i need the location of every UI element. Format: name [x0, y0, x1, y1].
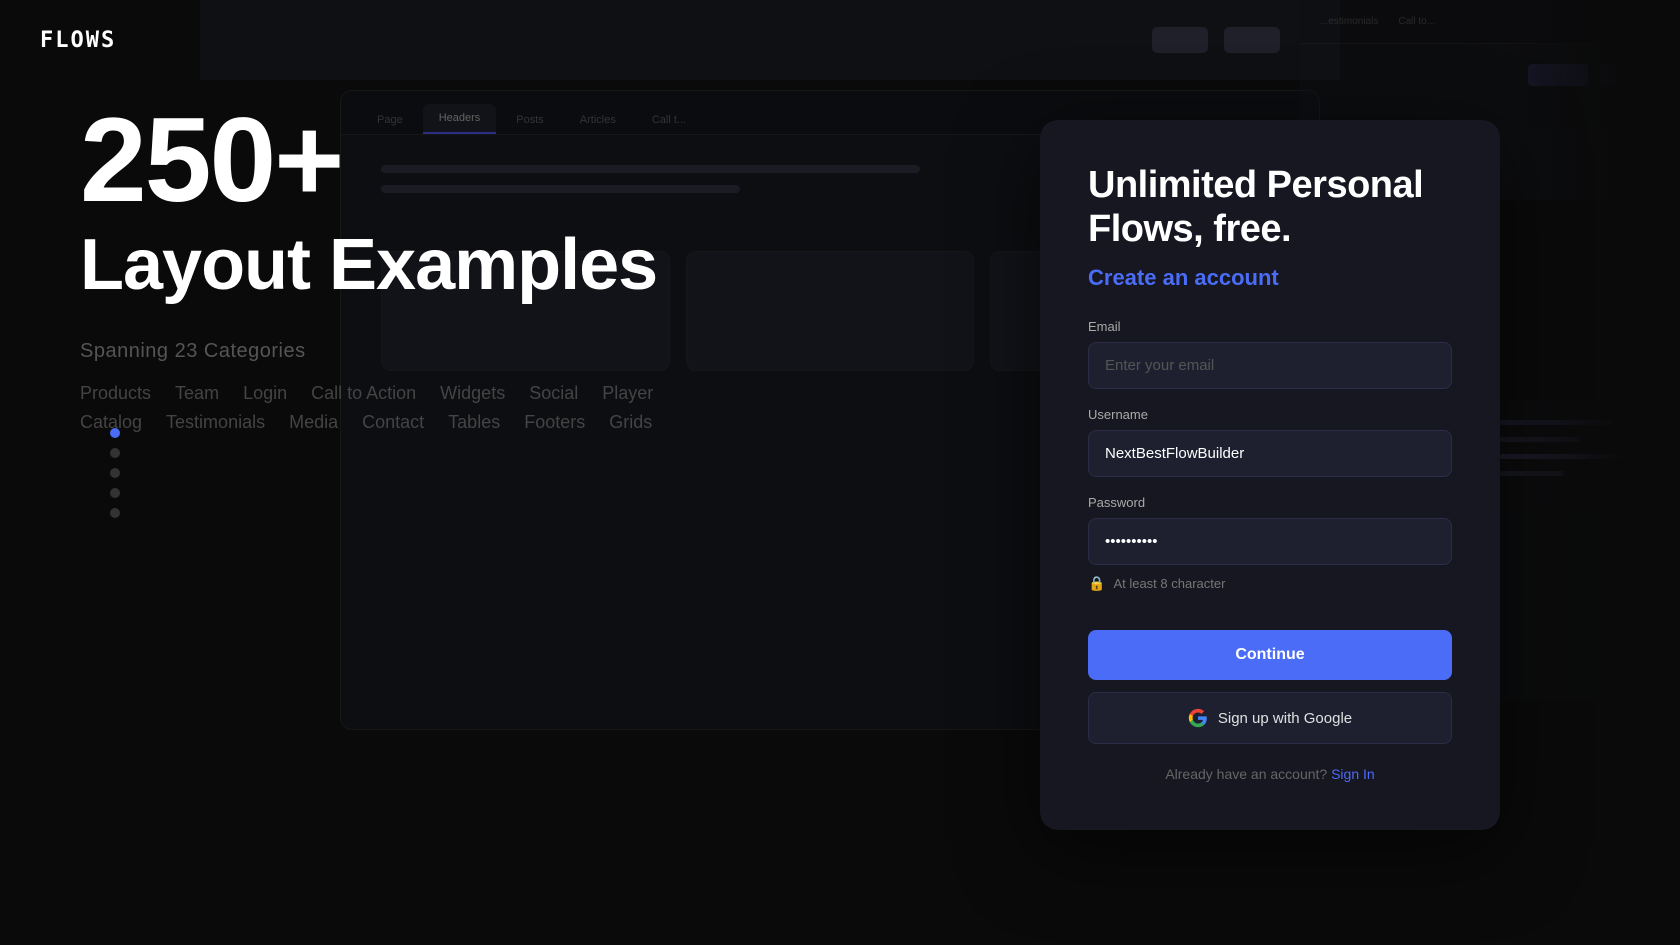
hero-tag: Media: [289, 412, 338, 433]
hero-tag: Contact: [362, 412, 424, 433]
signin-text: Already have an account? Sign In: [1088, 766, 1452, 782]
signup-subheading: Create an account: [1088, 265, 1452, 291]
signup-card: Unlimited Personal Flows, free. Create a…: [1040, 120, 1500, 830]
username-input[interactable]: [1088, 430, 1452, 477]
bg-btn-2: [1224, 27, 1280, 53]
password-label: Password: [1088, 495, 1452, 510]
username-group: Username: [1088, 407, 1452, 477]
hero-tag: Products: [80, 383, 151, 404]
nav-dots: [110, 428, 120, 518]
bg-btn-1: [1152, 27, 1208, 53]
password-group: Password 🔒 At least 8 character: [1088, 495, 1452, 592]
password-hint-text: At least 8 character: [1113, 576, 1225, 591]
nav-dot-1[interactable]: [110, 428, 120, 438]
hero-tag: Team: [175, 383, 219, 404]
hero-tag: Player: [602, 383, 653, 404]
nav-dot-2[interactable]: [110, 448, 120, 458]
email-input[interactable]: [1088, 342, 1452, 389]
email-group: Email: [1088, 319, 1452, 389]
hero-tag: Login: [243, 383, 287, 404]
hero-tag: Tables: [448, 412, 500, 433]
signin-prompt: Already have an account?: [1165, 766, 1327, 782]
hero-tag: Call to Action: [311, 383, 416, 404]
email-label: Email: [1088, 319, 1452, 334]
lock-icon: 🔒: [1088, 575, 1105, 592]
hero-tag: Social: [529, 383, 578, 404]
nav-dot-3[interactable]: [110, 468, 120, 478]
nav-dot-5[interactable]: [110, 508, 120, 518]
hero-subtitle: Layout Examples: [80, 228, 660, 304]
hero-number: 250+: [80, 100, 660, 220]
google-signup-button[interactable]: Sign up with Google: [1088, 692, 1452, 744]
hero-tag: Widgets: [440, 383, 505, 404]
google-icon: [1188, 708, 1208, 728]
nav-dot-4[interactable]: [110, 488, 120, 498]
password-input[interactable]: [1088, 518, 1452, 565]
hero-tag: Grids: [609, 412, 652, 433]
bg-card-2: [686, 251, 975, 371]
continue-button[interactable]: Continue: [1088, 630, 1452, 680]
username-label: Username: [1088, 407, 1452, 422]
password-hint: 🔒 At least 8 character: [1088, 575, 1452, 592]
signin-link[interactable]: Sign In: [1331, 766, 1375, 782]
hero-tag: Footers: [524, 412, 585, 433]
signup-headline: Unlimited Personal Flows, free.: [1088, 164, 1452, 251]
logo[interactable]: FLOWS: [40, 28, 116, 53]
google-signup-label: Sign up with Google: [1218, 710, 1352, 727]
hero-content: 250+ Layout Examples Spanning 23 Categor…: [80, 100, 660, 433]
bg-mockup-top: [200, 0, 1340, 80]
hero-tags: Products Team Login Call to Action Widgets So…: [80, 383, 660, 433]
hero-categories-label: Spanning 23 Categories: [80, 340, 660, 363]
hero-tag: Testimonials: [166, 412, 265, 433]
logo-text: FLOWS: [40, 28, 116, 53]
